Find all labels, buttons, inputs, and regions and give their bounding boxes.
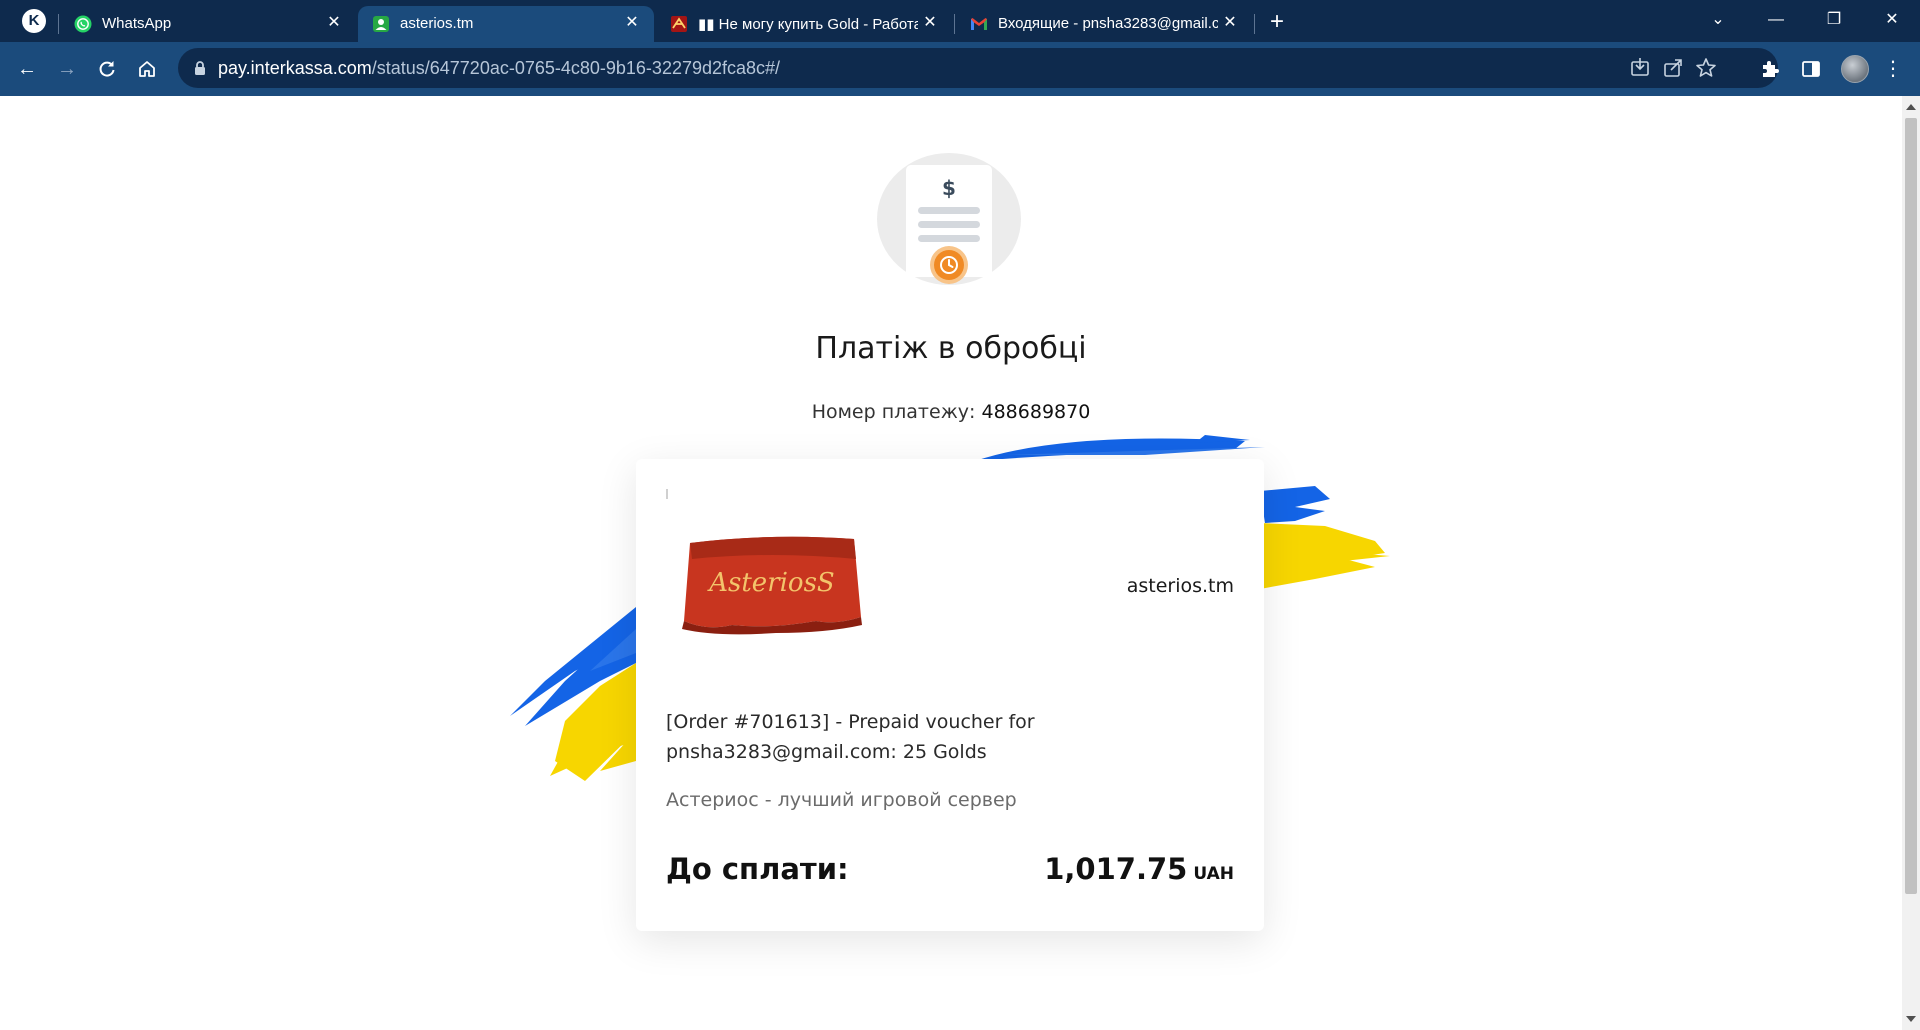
total-amount: 1,017.75 UAH (1044, 852, 1234, 886)
profile-avatar[interactable] (1841, 55, 1869, 83)
page-content: $ Платіж в обробці Номер платежу: 488689… (0, 96, 1902, 1030)
url-path: /status/647720ac-0765-4c80-9b16-32279d2f… (371, 58, 781, 78)
tab-strip: K WhatsApp ✕ asterios.tm ✕ ▮▮ Не могу ку… (0, 0, 1920, 42)
merchant-logo-text: AsteriosS (707, 568, 835, 598)
svg-text:$: $ (942, 176, 956, 200)
close-tab-icon[interactable]: ✕ (322, 11, 346, 35)
tab-whatsapp[interactable]: WhatsApp ✕ (60, 6, 356, 42)
menu-kebab-icon[interactable]: ⋮ (1878, 53, 1908, 85)
payment-number-value: 488689870 (981, 401, 1091, 423)
total-label: До сплати: (666, 852, 849, 886)
close-window-button[interactable]: ✕ (1864, 0, 1920, 40)
reload-icon (99, 61, 115, 77)
minimize-button[interactable]: — (1748, 0, 1804, 40)
gmail-icon (971, 18, 987, 30)
tab-title: Входящие - pnsha3283@gmail.c (998, 15, 1218, 32)
tab-search-chevron-icon[interactable]: ⌄ (1690, 0, 1746, 40)
merchant-name: asterios.tm (1126, 575, 1234, 597)
share-icon[interactable] (1661, 56, 1685, 80)
status-title: Платіж в обробці (815, 331, 1087, 366)
address-bar[interactable]: pay.interkassa.com/status/647720ac-0765-… (178, 48, 1778, 88)
asterios-favicon (373, 16, 389, 32)
lock-icon[interactable] (192, 60, 208, 76)
currency-code: UAH (1193, 864, 1234, 884)
side-panel-icon[interactable] (1799, 57, 1823, 81)
url-text[interactable]: pay.interkassa.com/status/647720ac-0765-… (218, 58, 780, 79)
home-button[interactable] (131, 53, 163, 85)
merchant-logo: AsteriosS (682, 536, 862, 635)
tab-asterios[interactable]: asterios.tm ✕ (358, 6, 654, 42)
install-app-icon[interactable] (1628, 56, 1652, 80)
close-tab-icon[interactable]: ✕ (918, 11, 942, 35)
scroll-up-arrow-icon[interactable] (1906, 104, 1916, 110)
page-scrollbar[interactable] (1902, 96, 1920, 1030)
tab-separator (1254, 14, 1255, 34)
close-tab-icon[interactable]: ✕ (620, 11, 644, 35)
tab-title: asterios.tm (400, 15, 474, 32)
extensions-puzzle-icon[interactable] (1758, 57, 1782, 81)
merchant-tagline: Астериос - лучший игровой сервер (666, 789, 1017, 811)
payment-number-label: Номер платежу: (811, 401, 976, 423)
url-host: pay.interkassa.com (218, 58, 372, 78)
browser-toolbar: ← → pay.interkassa.com/status/647720ac-0… (0, 42, 1920, 96)
tab-title: WhatsApp (102, 15, 172, 32)
scroll-down-arrow-icon[interactable] (1906, 1016, 1916, 1022)
card-marker (666, 489, 668, 499)
reload-button[interactable] (91, 53, 123, 85)
asterios-forum-favicon (671, 16, 687, 32)
forward-button[interactable]: → (51, 53, 83, 85)
new-tab-button[interactable]: + (1262, 7, 1292, 37)
payment-card: AsteriosS asterios.tm [Order #701613] - … (636, 459, 1264, 931)
tab-separator (58, 14, 59, 34)
invoice-pending-illustration: $ (877, 153, 1021, 285)
bookmark-star-icon[interactable] (1694, 56, 1718, 80)
total-amount-value: 1,017.75 (1044, 852, 1188, 886)
home-icon (139, 61, 155, 77)
scrollbar-thumb[interactable] (1905, 118, 1917, 894)
back-button[interactable]: ← (11, 53, 43, 85)
tab-title: ▮▮ Не могу купить Gold - Работа (698, 16, 918, 33)
profile-k-icon[interactable]: K (22, 9, 46, 33)
order-description: [Order #701613] - Prepaid voucher for pn… (666, 711, 1035, 763)
tab-asterios-forum[interactable]: ▮▮ Не могу купить Gold - Работа ✕ (656, 6, 952, 42)
payment-number-row: Номер платежу: 488689870 (0, 401, 1902, 423)
close-tab-icon[interactable]: ✕ (1218, 11, 1242, 35)
whatsapp-icon (74, 15, 92, 33)
tab-gmail[interactable]: Входящие - pnsha3283@gmail.c ✕ (956, 6, 1252, 42)
restore-button[interactable]: ❐ (1806, 0, 1862, 40)
tab-separator (954, 14, 955, 34)
